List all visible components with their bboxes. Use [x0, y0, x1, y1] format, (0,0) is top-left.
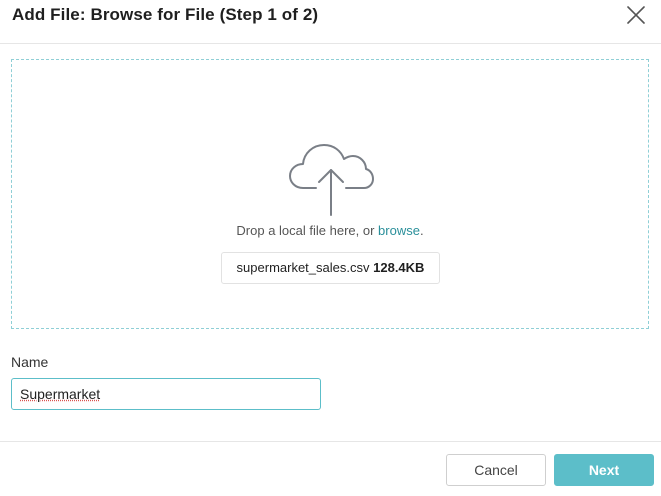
drop-prompt-text: Drop a local file here, or: [236, 223, 379, 238]
dialog-title: Add File: Browse for File (Step 1 of 2): [12, 5, 319, 24]
file-dropzone[interactable]: Drop a local file here, or browse. super…: [11, 59, 649, 329]
file-size: 128.4KB: [373, 260, 425, 275]
name-input[interactable]: [11, 378, 321, 410]
close-button[interactable]: [625, 4, 647, 26]
next-button[interactable]: Next: [554, 454, 654, 486]
cancel-button[interactable]: Cancel: [446, 454, 546, 486]
name-label: Name: [11, 354, 49, 370]
close-icon: [627, 6, 645, 24]
browse-link[interactable]: browse: [378, 223, 420, 238]
selected-file-chip: supermarket_sales.csv 128.4KB: [221, 252, 440, 284]
drop-instructions: Drop a local file here, or browse.: [12, 223, 648, 238]
cloud-upload-icon: [289, 144, 374, 216]
drop-prompt-suffix: .: [419, 223, 424, 238]
add-file-dialog: Add File: Browse for File (Step 1 of 2) …: [0, 0, 661, 496]
file-name: supermarket_sales.csv: [236, 260, 370, 275]
dialog-header: Add File: Browse for File (Step 1 of 2): [0, 0, 661, 44]
